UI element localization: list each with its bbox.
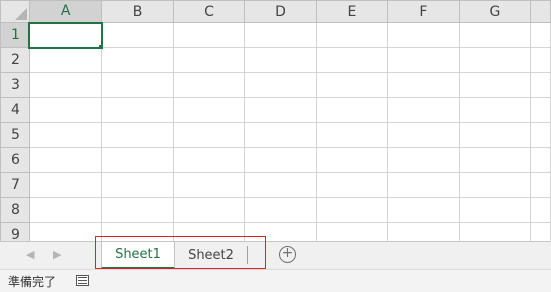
cell[interactable] [458, 97, 532, 123]
cell[interactable] [315, 172, 389, 198]
cell[interactable] [458, 47, 532, 73]
cell[interactable] [244, 22, 317, 48]
add-sheet-button[interactable]: + [279, 246, 296, 263]
row-header-3[interactable]: 3 [0, 72, 30, 98]
cell[interactable] [101, 122, 174, 148]
cell[interactable] [244, 97, 317, 123]
cell[interactable] [315, 222, 389, 241]
cell[interactable] [387, 97, 460, 123]
row-header-1[interactable]: 1 [0, 22, 31, 48]
cell[interactable] [458, 122, 532, 148]
cell[interactable] [172, 22, 246, 48]
macro-record-icon[interactable] [76, 275, 89, 286]
cell[interactable] [28, 222, 103, 241]
cell[interactable] [458, 72, 532, 98]
cell[interactable] [28, 172, 103, 198]
cell[interactable] [387, 72, 460, 98]
cell[interactable] [315, 197, 389, 223]
select-all-corner[interactable] [0, 0, 30, 23]
cell[interactable] [244, 122, 317, 148]
cell[interactable] [458, 222, 532, 241]
cell[interactable] [101, 97, 174, 123]
cell[interactable] [530, 72, 551, 98]
cell[interactable] [28, 147, 103, 173]
row-header-7[interactable]: 7 [0, 172, 30, 198]
cell[interactable] [458, 197, 532, 223]
cell[interactable] [28, 97, 103, 123]
cell[interactable] [172, 72, 246, 98]
status-bar: 準備完了 [0, 269, 551, 292]
cell[interactable] [530, 172, 551, 198]
fill-handle[interactable] [98, 44, 101, 47]
column-header-e[interactable]: E [315, 0, 389, 23]
cell[interactable] [387, 222, 460, 241]
cell[interactable] [315, 147, 389, 173]
column-header-g[interactable]: G [458, 0, 532, 23]
cell[interactable] [458, 22, 532, 48]
cell[interactable] [172, 197, 246, 223]
cell[interactable] [101, 47, 174, 73]
spreadsheet-grid: A B C D E F G 1 2 3 4 5 6 7 8 9 [0, 0, 551, 241]
cell[interactable] [101, 72, 174, 98]
cell[interactable] [530, 147, 551, 173]
cell[interactable] [244, 197, 317, 223]
cell[interactable] [244, 47, 317, 73]
cell-table: A B C D E F G 1 2 3 4 5 6 7 8 9 [0, 0, 551, 241]
cell[interactable] [530, 197, 551, 223]
column-header-f[interactable]: F [387, 0, 460, 23]
row-header-5[interactable]: 5 [0, 122, 30, 148]
cell[interactable] [244, 72, 317, 98]
cell[interactable] [315, 122, 389, 148]
cell[interactable] [28, 197, 103, 223]
row-header-2[interactable]: 2 [0, 47, 30, 73]
cell[interactable] [101, 172, 174, 198]
cell[interactable] [458, 172, 532, 198]
cell[interactable] [387, 122, 460, 148]
cell-a1[interactable] [28, 21, 103, 49]
cell[interactable] [387, 172, 460, 198]
cell[interactable] [28, 72, 103, 98]
tab-scroll-left-icon[interactable]: ◀ [26, 248, 34, 261]
column-header-d[interactable]: D [244, 0, 317, 23]
tab-highlight-box [95, 236, 266, 269]
row-header-4[interactable]: 4 [0, 97, 30, 123]
row-header-6[interactable]: 6 [0, 147, 30, 173]
cell[interactable] [172, 147, 246, 173]
column-header-c[interactable]: C [172, 0, 246, 23]
row-header-9[interactable]: 9 [0, 222, 30, 241]
cell[interactable] [172, 47, 246, 73]
cell[interactable] [28, 122, 103, 148]
cell[interactable] [172, 122, 246, 148]
column-header-overflow[interactable] [530, 0, 551, 23]
row-header-8[interactable]: 8 [0, 197, 30, 223]
cell[interactable] [28, 47, 103, 73]
cell[interactable] [315, 47, 389, 73]
cell[interactable] [387, 197, 460, 223]
cell[interactable] [172, 172, 246, 198]
cell[interactable] [315, 22, 389, 48]
cell[interactable] [315, 97, 389, 123]
cell[interactable] [387, 22, 460, 48]
cell[interactable] [530, 222, 551, 241]
cell[interactable] [244, 172, 317, 198]
tab-scroll-right-icon[interactable]: ▶ [53, 248, 61, 261]
cell[interactable] [387, 147, 460, 173]
cell[interactable] [530, 97, 551, 123]
cell[interactable] [530, 122, 551, 148]
column-header-a[interactable]: A [28, 0, 103, 24]
cell[interactable] [101, 22, 174, 48]
cell[interactable] [458, 147, 532, 173]
cell[interactable] [101, 197, 174, 223]
cell[interactable] [172, 97, 246, 123]
cell[interactable] [387, 47, 460, 73]
cell[interactable] [530, 47, 551, 73]
sheet-tab-bar: ◀ ▶ Sheet1 Sheet2 [0, 241, 551, 269]
cell[interactable] [530, 22, 551, 48]
status-ready-text: 準備完了 [8, 275, 57, 289]
cell[interactable] [244, 147, 317, 173]
column-header-b[interactable]: B [101, 0, 174, 23]
cell[interactable] [101, 147, 174, 173]
cell[interactable] [315, 72, 389, 98]
